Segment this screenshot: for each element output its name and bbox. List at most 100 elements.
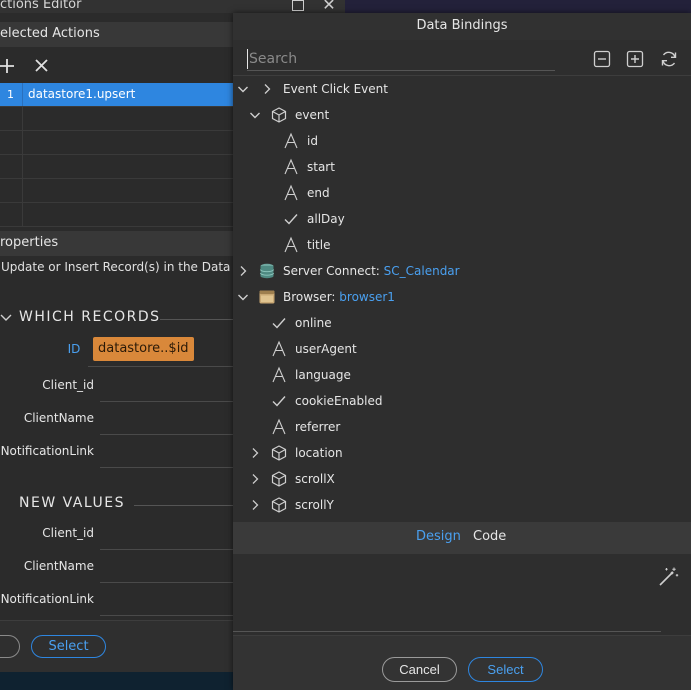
dialog-header: Data Bindings	[233, 13, 691, 40]
database-icon	[258, 262, 276, 280]
window-title: ctions Editor	[0, 0, 82, 12]
tree-item-label: title	[307, 232, 330, 258]
section-label: WHICH RECORDS	[19, 309, 161, 325]
search-input[interactable]	[247, 49, 547, 69]
object-icon	[270, 106, 288, 124]
tab-code[interactable]: Code	[473, 529, 506, 544]
bindings-tree: Event Click Event event id start end allDay ti…	[233, 75, 691, 521]
select-button[interactable]: Select	[31, 635, 106, 658]
tree-item-cookieenabled[interactable]: cookieEnabled	[233, 388, 691, 414]
magic-wand-icon[interactable]	[657, 566, 679, 588]
label-text: title	[307, 238, 331, 252]
action-description: Update or Insert Record(s) in the Data S…	[1, 260, 254, 274]
tab-design[interactable]: Design	[416, 529, 461, 544]
tree-item-allday[interactable]: allDay	[233, 206, 691, 232]
tree-item-useragent[interactable]: userAgent	[233, 336, 691, 362]
tree-item-label: Server Connect: SC_Calendar	[283, 258, 460, 284]
boolean-icon	[270, 392, 288, 410]
label-text: scrollY	[295, 498, 334, 512]
chevron-right-icon	[261, 83, 273, 95]
id-binding-token[interactable]: datastore..$id	[93, 337, 194, 361]
property-label: NotificationLink	[0, 444, 94, 458]
text-icon	[282, 132, 300, 150]
cancel-button[interactable]: Cancel	[382, 657, 457, 682]
actions-editor-titlebar: ctions Editor ✕	[0, 0, 345, 13]
chevron-right-icon[interactable]	[237, 265, 249, 277]
tree-item-label: Browser: browser1	[283, 284, 395, 310]
expand-all-icon[interactable]	[625, 49, 645, 69]
chevron-right-icon[interactable]	[249, 473, 261, 485]
refresh-icon[interactable]	[659, 49, 679, 69]
editor-tabs: Design Code	[233, 522, 691, 554]
tree-item-id[interactable]: id	[233, 128, 691, 154]
text-icon	[282, 158, 300, 176]
id-label: ID	[67, 342, 81, 356]
tree-item-label: scrollX	[295, 466, 335, 492]
label-text: referrer	[295, 420, 341, 434]
dialog-footer: Cancel Select	[233, 635, 691, 690]
tree-item-event[interactable]: event	[233, 102, 691, 128]
tree-item-label: event	[295, 102, 329, 128]
label-text: Server Connect:	[283, 264, 384, 278]
cancel-button[interactable]	[0, 635, 20, 658]
background-window	[345, 0, 691, 13]
tree-item-label: online	[295, 310, 332, 336]
add-icon[interactable]	[0, 55, 18, 77]
chevron-right-icon[interactable]	[249, 499, 261, 511]
search-box	[247, 45, 555, 71]
object-icon	[270, 444, 288, 462]
tree-item-start[interactable]: start	[233, 154, 691, 180]
label-text: start	[307, 160, 335, 174]
tree-item-browser[interactable]: Browser: browser1	[233, 284, 691, 310]
collapse-all-icon[interactable]	[592, 49, 612, 69]
chevron-down-icon[interactable]	[249, 109, 261, 121]
property-label: ClientName	[23, 559, 94, 573]
tree-item-scrollx[interactable]: scrollX	[233, 466, 691, 492]
data-bindings-dialog: Data Bindings Event Click Event event id st…	[233, 13, 691, 690]
row-number	[0, 203, 23, 226]
row-number: 1	[0, 83, 23, 106]
tree-item-label: end	[307, 180, 330, 206]
text-icon	[270, 418, 288, 436]
label-text: id	[307, 134, 318, 148]
remove-icon[interactable]	[34, 57, 50, 75]
label-text: location	[295, 446, 343, 460]
property-label: Client_id	[42, 378, 94, 392]
expression-editor[interactable]	[233, 554, 691, 634]
tree-item-scrolly[interactable]: scrollY	[233, 492, 691, 518]
close-icon[interactable]: ✕	[321, 0, 337, 13]
chevron-right-icon[interactable]	[249, 447, 261, 459]
tree-item-label: Event Click Event	[283, 76, 388, 102]
select-button[interactable]: Select	[468, 657, 543, 682]
boolean-icon	[282, 210, 300, 228]
tree-item-language[interactable]: language	[233, 362, 691, 388]
tree-item-online[interactable]: online	[233, 310, 691, 336]
dialog-title: Data Bindings	[416, 18, 508, 33]
chevron-down-icon[interactable]	[237, 291, 249, 303]
row-number	[0, 131, 23, 154]
object-icon	[270, 470, 288, 488]
tree-item-referrer[interactable]: referrer	[233, 414, 691, 440]
tree-item-server-connect[interactable]: Server Connect: SC_Calendar	[233, 258, 691, 284]
tree-item-end[interactable]: end	[233, 180, 691, 206]
maximize-icon[interactable]	[292, 0, 304, 11]
label-text: allDay	[307, 212, 345, 226]
label-text: Event Click Event	[283, 82, 388, 96]
label-text: event	[295, 108, 330, 122]
tree-item-location[interactable]: location	[233, 440, 691, 466]
tree-item-label: location	[295, 440, 343, 466]
action-name: datastore1.upsert	[28, 87, 136, 101]
tree-item-label: allDay	[307, 206, 345, 232]
label-text: scrollX	[295, 472, 335, 486]
divider	[233, 631, 661, 632]
tree-item-title[interactable]: title	[233, 232, 691, 258]
row-number	[0, 155, 23, 178]
section-label: NEW VALUES	[19, 495, 125, 511]
label-text: end	[307, 186, 330, 200]
tree-item-event-click-event[interactable]: Event Click Event	[233, 76, 691, 102]
text-icon	[270, 340, 288, 358]
chevron-down-icon[interactable]	[237, 83, 249, 95]
browser-icon	[258, 288, 276, 306]
tree-item-label: id	[307, 128, 318, 154]
tree-item-label: referrer	[295, 414, 340, 440]
